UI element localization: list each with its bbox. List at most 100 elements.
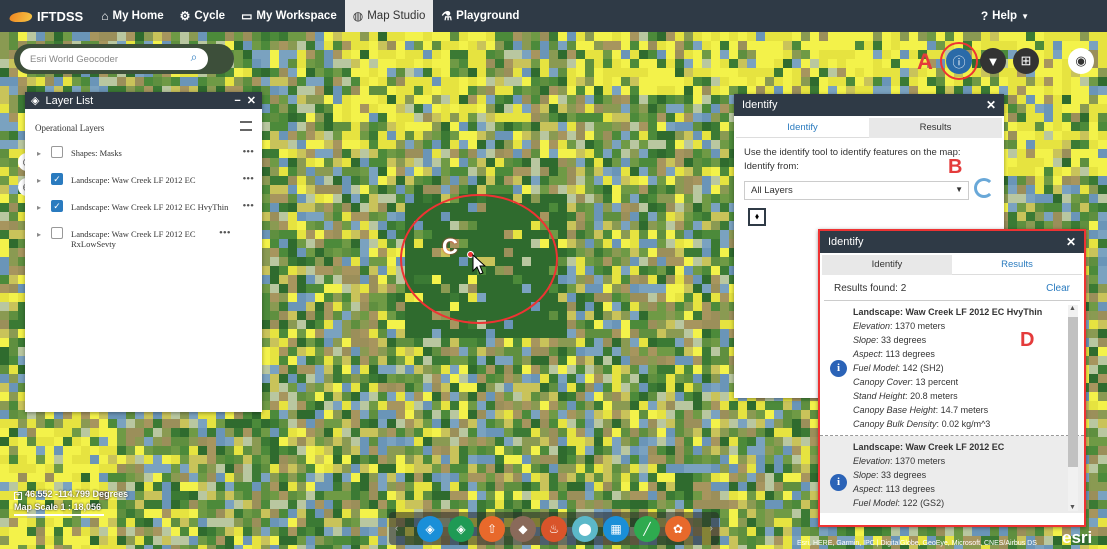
nav-my-home[interactable]: ⌂ My Home (93, 0, 171, 32)
layer-row[interactable]: ▸ Shapes: Masks ••• (25, 141, 262, 168)
layer-checkbox[interactable] (51, 227, 63, 239)
field-name: Stand Height (853, 391, 906, 401)
nav-map-studio[interactable]: ◍ Map Studio (344, 0, 434, 32)
identify-instructions: Use the identify tool to identify featur… (734, 138, 1004, 175)
result-title: Landscape: Waw Creek LF 2012 EC (853, 442, 1005, 452)
point-identify-icon[interactable]: ⬧ (748, 207, 766, 226)
map-attribution: Esri, HERE, Garmin, IPC | DigitalGlobe, … (797, 540, 1037, 547)
basemap-icon[interactable]: ◈ (448, 515, 474, 542)
next-arrow-icon[interactable]: › (710, 523, 713, 534)
clear-link[interactable]: Clear (1046, 283, 1070, 294)
more-options-icon[interactable]: ••• (242, 173, 254, 185)
layer-checkbox[interactable]: ✓ (51, 200, 63, 212)
more-options-icon[interactable]: ••• (242, 146, 254, 158)
field-value: 1370 meters (895, 456, 946, 466)
tab-identify[interactable]: Identify (736, 118, 869, 138)
layer-row[interactable]: ▸ ✓ Landscape: Waw Creek LF 2012 EC HvyT… (25, 195, 262, 222)
annotation-b: B (948, 156, 963, 178)
measure-icon[interactable]: ╱ (634, 515, 660, 542)
search-input[interactable]: Esri World Geocoder ⌕ (20, 48, 208, 70)
tab-identify[interactable]: Identify (822, 255, 952, 275)
layers-icon[interactable]: ◈ (417, 515, 443, 542)
filter-icon[interactable]: ▼ (980, 48, 1006, 74)
field-name: Slope (853, 335, 877, 345)
info-icon: i (830, 473, 847, 491)
nav-help[interactable]: ? Help ▼ (973, 0, 1037, 32)
results-found: Results found: 2 (834, 283, 907, 294)
extent-icon[interactable]: ⊞ (1013, 48, 1039, 74)
fire-icon[interactable]: ♨ (541, 515, 567, 542)
results-scrollbar[interactable]: ▲ ▼ (1068, 305, 1078, 511)
field-value: 20.8 meters (910, 391, 958, 401)
caret-down-icon: ▼ (1021, 11, 1029, 21)
field-name: Aspect (853, 484, 881, 494)
results-list[interactable]: i Landscape: Waw Creek LF 2012 EC HvyThi… (820, 301, 1084, 513)
expand-caret-icon[interactable]: ▸ (37, 230, 43, 239)
close-icon[interactable]: ✕ (986, 98, 996, 112)
field-value: 1370 meters (895, 321, 946, 331)
field-value: 33 degrees (881, 335, 927, 345)
refresh-icon[interactable] (974, 178, 994, 198)
nav-label: My Home (112, 10, 164, 22)
location-icon[interactable]: ⬤ (572, 515, 598, 542)
nav-label: Playground (456, 10, 520, 22)
scroll-thumb[interactable] (1068, 317, 1078, 467)
layer-options-icon[interactable] (240, 121, 252, 131)
expand-caret-icon[interactable]: ▸ (37, 176, 43, 185)
crosshair-icon[interactable]: + (14, 492, 22, 500)
result-field: Slope: 33 degrees (853, 470, 927, 480)
logo-text: IFTDSS (37, 8, 84, 24)
nav-playground[interactable]: ⚗ Playground (433, 0, 527, 32)
grid-icon[interactable]: ▦ (603, 515, 629, 542)
nav-label: Help (992, 10, 1018, 22)
result-field: Slope: 33 degrees (853, 335, 927, 345)
more-options-icon[interactable]: ••• (242, 200, 254, 212)
expand-caret-icon[interactable]: ▸ (37, 203, 43, 212)
layer-list-title: Layer List (45, 94, 94, 107)
field-name: Canopy Cover (853, 512, 911, 513)
layer-row[interactable]: ▸ Landscape: Waw Creek LF 2012 EC RxLowS… (25, 222, 262, 254)
close-icon[interactable]: ✕ (1066, 235, 1076, 249)
layer-checkbox[interactable]: ✓ (51, 173, 63, 185)
result-fields: Landscape: Waw Creek LF 2012 EC HvyThin … (853, 305, 1042, 431)
search-icon[interactable]: ⌕ (184, 50, 204, 68)
field-name: Fuel Model (853, 498, 898, 508)
coordinate-text: 46.552 -114.799 Degrees (25, 489, 129, 499)
identify-header: Identify ✕ (734, 94, 1004, 116)
app-logo[interactable]: IFTDSS (0, 8, 93, 24)
field-value: 113 degrees (885, 349, 935, 359)
nav-cycle[interactable]: ⚙ Cycle (172, 0, 233, 32)
folder-icon: ▭ (241, 9, 253, 23)
visibility-eye-icon[interactable]: ◉ (1068, 48, 1094, 74)
scroll-down-icon[interactable]: ▼ (1069, 504, 1076, 511)
scroll-up-icon[interactable]: ▲ (1069, 305, 1076, 312)
minimize-icon[interactable]: − (234, 95, 240, 107)
upload-icon[interactable]: ⇧ (479, 515, 505, 542)
annotation-ring-a (940, 42, 978, 80)
expand-caret-icon[interactable]: ▸ (37, 149, 43, 158)
layer-checkbox[interactable] (51, 146, 63, 158)
result-item[interactable]: i Landscape: Waw Creek LF 2012 EC Elevat… (820, 436, 1084, 513)
field-value: 13 percent (915, 377, 959, 387)
legend-icon[interactable]: ◆ (510, 515, 536, 542)
bottom-toolbar: ‹ ◈ ◈ ⇧ ◆ ♨ ⬤ ▦ ╱ ✿ › (389, 512, 719, 545)
map-scale: Map Scale 1 : 18,056 (14, 501, 104, 516)
close-icon[interactable]: ✕ (247, 94, 256, 107)
tab-results[interactable]: Results (869, 118, 1002, 138)
result-field: Stand Height: 20.8 meters (853, 391, 958, 401)
layer-row[interactable]: ▸ ✓ Landscape: Waw Creek LF 2012 EC ••• (25, 168, 262, 195)
nav-label: Cycle (194, 10, 226, 22)
tab-results[interactable]: Results (952, 255, 1082, 275)
result-item[interactable]: i Landscape: Waw Creek LF 2012 EC HvyThi… (820, 301, 1084, 436)
nav-label: My Workspace (256, 10, 337, 22)
identify-from-select[interactable]: All Layers ▼ (744, 180, 969, 200)
nav-my-workspace[interactable]: ▭ My Workspace (233, 0, 345, 32)
previous-arrow-icon[interactable]: ‹ (395, 523, 398, 534)
cursor-icon (472, 254, 487, 275)
result-field: Aspect: 113 degrees (853, 349, 935, 359)
palette-icon[interactable]: ✿ (665, 515, 691, 542)
operational-layers-heading: Operational Layers (25, 109, 262, 141)
identify-results-panel: Identify ✕ Identify Results Results foun… (818, 229, 1086, 527)
nav-label: Map Studio (367, 10, 426, 22)
more-options-icon[interactable]: ••• (219, 227, 231, 239)
